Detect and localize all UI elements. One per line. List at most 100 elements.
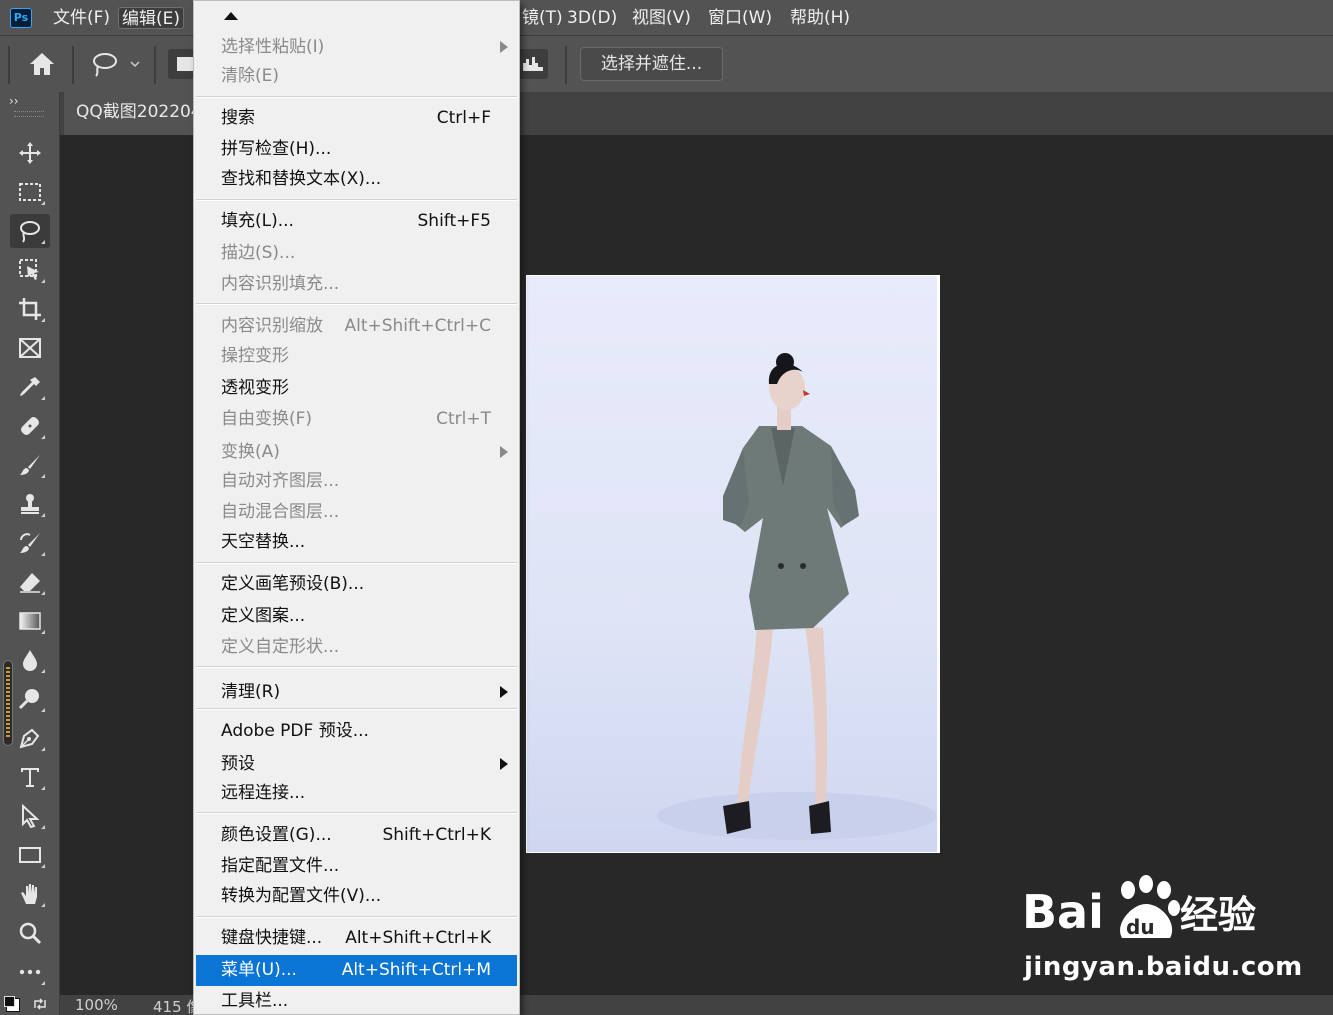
- document-canvas[interactable]: [526, 275, 940, 853]
- menu-item-define-brush-preset[interactable]: 定义画笔预设(B)...: [196, 570, 517, 598]
- collapse-toolbar-icon[interactable]: ››: [9, 94, 19, 108]
- object-selection-icon: [19, 259, 39, 280]
- eraser-tool[interactable]: [10, 565, 50, 599]
- rectangular-marquee-icon: [19, 183, 41, 201]
- options-separator: [72, 46, 74, 84]
- menu-item-adobe-pdf-presets[interactable]: Adobe PDF 预设...: [196, 717, 517, 745]
- watermark-url: jingyan.baidu.com: [1024, 952, 1303, 982]
- menu-file[interactable]: 文件(F): [50, 7, 113, 29]
- stamp-icon: [21, 494, 39, 514]
- menu-item-transform[interactable]: 变换(A): [196, 438, 517, 466]
- menu-item-define-custom-shape[interactable]: 定义自定形状...: [196, 633, 517, 661]
- healing-brush-tool[interactable]: [10, 409, 50, 443]
- edit-toolbar-button[interactable]: [10, 955, 50, 989]
- menu-3d[interactable]: 3D(D): [564, 7, 620, 29]
- pen-tool[interactable]: [10, 721, 50, 755]
- menu-item-assign-profile[interactable]: 指定配置文件...: [196, 852, 517, 880]
- gradient-tool[interactable]: [10, 604, 50, 638]
- edit-menu-dropdown: 选择性粘贴(I) 清除(E) 搜索 Ctrl+F 拼写检查(H)... 查找和替换…: [193, 0, 520, 1015]
- hand-tool[interactable]: [10, 877, 50, 911]
- new-selection-button[interactable]: [168, 49, 194, 79]
- menu-view[interactable]: 视图(V): [629, 7, 694, 29]
- rectangle-tool[interactable]: [10, 838, 50, 872]
- submenu-arrow-icon: [500, 41, 508, 53]
- eraser-icon: [20, 573, 40, 593]
- submenu-arrow-icon: [500, 686, 508, 698]
- menu-item-puppet-warp[interactable]: 操控变形: [196, 342, 517, 370]
- menu-item-stroke[interactable]: 描边(S)...: [196, 239, 517, 267]
- move-icon: [19, 142, 41, 164]
- menu-item-clear[interactable]: 清除(E): [196, 62, 517, 90]
- brush-tool[interactable]: [10, 448, 50, 482]
- menu-item-toolbar[interactable]: 工具栏...: [196, 987, 517, 1014]
- crop-tool[interactable]: [10, 292, 50, 326]
- toolbar-scrollbar[interactable]: [3, 660, 13, 746]
- menu-item-content-aware-fill[interactable]: 内容识别填充...: [196, 270, 517, 298]
- crop-icon: [19, 298, 41, 320]
- history-brush-icon: [20, 533, 40, 553]
- menu-edit[interactable]: 编辑(E): [118, 7, 185, 29]
- histogram-icon[interactable]: [518, 49, 548, 79]
- frame-tool[interactable]: [10, 331, 50, 365]
- dodge-tool[interactable]: [10, 682, 50, 716]
- menu-item-auto-blend-layers[interactable]: 自动混合图层...: [196, 498, 517, 526]
- menu-item-color-settings[interactable]: 颜色设置(G)... Shift+Ctrl+K: [196, 821, 517, 849]
- eyedropper-tool[interactable]: [10, 370, 50, 404]
- menu-item-convert-to-profile[interactable]: 转换为配置文件(V)...: [196, 882, 517, 910]
- baidu-jingyan-watermark: Bai du 经验 jingyan.baidu.com: [1022, 868, 1302, 988]
- menu-separator: [196, 303, 517, 305]
- menu-item-find-replace-text[interactable]: 查找和替换文本(X)...: [196, 165, 517, 193]
- menu-separator: [196, 562, 517, 564]
- object-selection-tool[interactable]: [10, 253, 50, 287]
- menu-separator: [196, 96, 517, 98]
- zoom-level[interactable]: 100%: [75, 996, 118, 1014]
- swap-colors-icon[interactable]: [32, 996, 48, 1012]
- menu-item-purge[interactable]: 清理(R): [196, 678, 517, 706]
- menu-item-presets[interactable]: 预设: [196, 750, 517, 778]
- scroll-up-arrow-icon[interactable]: [224, 12, 238, 20]
- home-icon[interactable]: [28, 51, 56, 77]
- menu-window[interactable]: 窗口(W): [705, 7, 775, 29]
- brush-icon: [20, 455, 40, 475]
- svg-text:Bai: Bai: [1022, 885, 1104, 939]
- lasso-icon[interactable]: [90, 51, 120, 77]
- menu-item-fill[interactable]: 填充(L)... Shift+F5: [196, 207, 517, 235]
- path-selection-tool[interactable]: [10, 799, 50, 833]
- menu-help[interactable]: 帮助(H): [787, 7, 853, 29]
- move-tool[interactable]: [10, 136, 50, 170]
- gradient-icon: [19, 612, 41, 630]
- menu-item-remote-connections[interactable]: 远程连接...: [196, 779, 517, 807]
- clone-stamp-tool[interactable]: [10, 487, 50, 521]
- options-separator: [154, 46, 156, 84]
- lasso-tool[interactable]: [10, 214, 50, 248]
- menu-filter[interactable]: 镜(T): [519, 7, 566, 29]
- menu-item-menus[interactable]: 菜单(U)... Alt+Shift+Ctrl+M: [196, 955, 517, 986]
- history-brush-tool[interactable]: [10, 526, 50, 560]
- menu-item-free-transform[interactable]: 自由变换(F) Ctrl+T: [196, 405, 517, 433]
- toolbar-grip[interactable]: [14, 111, 44, 117]
- menu-item-check-spelling[interactable]: 拼写检查(H)...: [196, 135, 517, 163]
- menu-item-auto-align-layers[interactable]: 自动对齐图层...: [196, 467, 517, 495]
- blur-tool[interactable]: [10, 643, 50, 677]
- menu-item-sky-replacement[interactable]: 天空替换...: [196, 528, 517, 556]
- svg-text:du: du: [1126, 915, 1155, 939]
- options-separator: [565, 46, 567, 84]
- menu-separator: [196, 199, 517, 201]
- type-tool[interactable]: [10, 760, 50, 794]
- marquee-tool[interactable]: [10, 175, 50, 209]
- menu-item-paste-special[interactable]: 选择性粘贴(I): [196, 33, 517, 61]
- zoom-tool[interactable]: [10, 916, 50, 950]
- foreground-background-swatch[interactable]: [4, 996, 20, 1012]
- menu-item-search[interactable]: 搜索 Ctrl+F: [196, 104, 517, 132]
- droplet-icon: [23, 650, 37, 671]
- menu-item-keyboard-shortcuts[interactable]: 键盘快捷键... Alt+Shift+Ctrl+K: [196, 924, 517, 952]
- select-and-mask-button[interactable]: 选择并遮住...: [580, 47, 723, 81]
- menu-item-content-aware-scale[interactable]: 内容识别缩放 Alt+Shift+Ctrl+C: [196, 312, 517, 340]
- menu-separator: [196, 708, 517, 710]
- menu-item-perspective-warp[interactable]: 透视变形: [196, 374, 517, 402]
- chevron-down-icon[interactable]: [130, 60, 140, 68]
- eyedropper-icon: [20, 377, 40, 396]
- lasso-icon: [20, 221, 40, 243]
- menu-item-define-pattern[interactable]: 定义图案...: [196, 602, 517, 630]
- pen-icon: [19, 728, 40, 749]
